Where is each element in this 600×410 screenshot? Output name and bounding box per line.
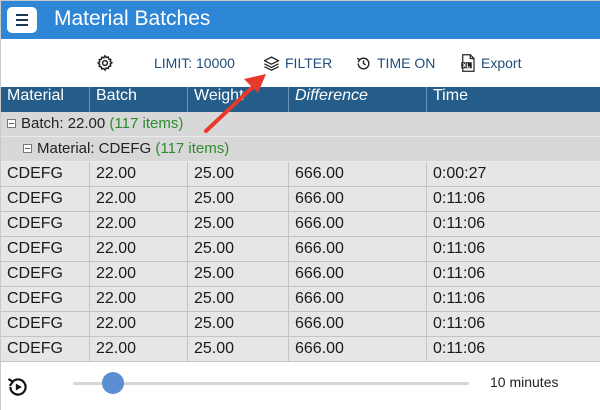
cell-difference: 666.00	[289, 162, 427, 186]
cell-weight: 25.00	[188, 187, 289, 211]
export-button[interactable]: Export	[460, 53, 521, 73]
table-row[interactable]: CDEFG 22.00 25.00 666.00 0:11:06	[1, 212, 600, 237]
limit-button[interactable]: LIMIT: 10000	[154, 53, 235, 73]
cell-time: 0:11:06	[433, 290, 486, 307]
filter-button[interactable]: FILTER	[263, 53, 332, 73]
group-row-batch[interactable]: Batch: 22.00 (117 items)	[1, 112, 600, 136]
toolbar: LIMIT: 10000 FILTER TIME ON Export	[1, 39, 600, 87]
cell-weight: 25.00	[188, 162, 289, 186]
group-label-material: Material: CDEFG	[37, 140, 152, 157]
table-row[interactable]: CDEFG 22.00 25.00 666.00 0:11:06	[1, 237, 600, 262]
app-window: Material Batches LIMIT: 10000 FILTER TIM…	[0, 0, 600, 410]
gear-icon	[96, 54, 114, 72]
cell-difference: 666.00	[289, 237, 427, 261]
cell-material: CDEFG	[1, 262, 90, 286]
table-row[interactable]: CDEFG 22.00 25.00 666.00 0:00:27	[1, 162, 600, 187]
cell-batch: 22.00	[90, 237, 188, 261]
column-header-time[interactable]: Time	[427, 87, 600, 112]
cell-time: 0:00:27	[433, 165, 487, 182]
table-row[interactable]: CDEFG 22.00 25.00 666.00 0:11:06	[1, 312, 600, 337]
cell-time: 0:11:06	[433, 315, 486, 332]
excel-file-icon	[461, 54, 475, 72]
limit-label: LIMIT: 10000	[154, 55, 235, 71]
cell-time: 0:11:06	[433, 190, 486, 207]
cell-batch: 22.00	[90, 162, 188, 186]
group-count-batch: (117 items)	[109, 115, 184, 132]
hamburger-menu-button[interactable]	[7, 7, 37, 33]
grid-rows: CDEFG 22.00 25.00 666.00 0:00:27 CDEFG 2…	[1, 162, 600, 362]
cell-material: CDEFG	[1, 212, 90, 236]
cell-batch: 22.00	[90, 262, 188, 286]
table-row[interactable]: CDEFG 22.00 25.00 666.00 0:11:06	[1, 287, 600, 312]
settings-button[interactable]	[96, 53, 114, 73]
filter-label: FILTER	[285, 55, 333, 71]
column-header-material[interactable]: Material	[1, 87, 90, 112]
cell-weight: 25.00	[188, 337, 289, 361]
collapse-toggle-icon[interactable]	[7, 118, 16, 128]
history-clock-icon	[356, 57, 370, 69]
cell-weight: 25.00	[188, 287, 289, 311]
menu-line	[16, 19, 28, 21]
cell-material: CDEFG	[1, 237, 90, 261]
menu-line	[16, 24, 28, 26]
export-label: Export	[481, 55, 522, 71]
table-row[interactable]: CDEFG 22.00 25.00 666.00 0:11:06	[1, 262, 600, 287]
cell-difference: 666.00	[289, 312, 427, 336]
column-header-difference[interactable]: Difference	[289, 87, 427, 112]
time-range-slider-track[interactable]	[73, 382, 469, 385]
time-toggle-button[interactable]: TIME ON	[355, 53, 435, 73]
cell-weight: 25.00	[188, 262, 289, 286]
cell-time: 0:11:06	[433, 215, 486, 232]
cell-time: 0:11:06	[433, 340, 486, 357]
column-header-weight[interactable]: Weight	[188, 87, 289, 112]
layers-icon	[263, 55, 280, 71]
column-header-batch[interactable]: Batch	[90, 87, 188, 112]
cell-batch: 22.00	[90, 287, 188, 311]
cell-time: 0:11:06	[433, 240, 486, 257]
cell-batch: 22.00	[90, 187, 188, 211]
footer: 10 minutes	[1, 362, 600, 410]
cell-batch: 22.00	[90, 312, 188, 336]
time-range-slider-thumb[interactable]	[102, 372, 124, 394]
cell-batch: 22.00	[90, 212, 188, 236]
cell-weight: 25.00	[188, 237, 289, 261]
cell-material: CDEFG	[1, 337, 90, 361]
cell-material: CDEFG	[1, 312, 90, 336]
group-row-material[interactable]: Material: CDEFG (117 items)	[1, 137, 600, 161]
title-bar: Material Batches	[1, 1, 600, 39]
cell-time: 0:11:06	[433, 265, 486, 282]
cell-batch: 22.00	[90, 337, 188, 361]
replay-icon[interactable]	[5, 374, 31, 400]
cell-material: CDEFG	[1, 187, 90, 211]
cell-difference: 666.00	[289, 262, 427, 286]
data-grid: Material Batch Weight Difference Time Ba…	[1, 87, 600, 362]
menu-line	[16, 14, 28, 16]
cell-difference: 666.00	[289, 337, 427, 361]
cell-material: CDEFG	[1, 162, 90, 186]
cell-weight: 25.00	[188, 212, 289, 236]
table-row[interactable]: CDEFG 22.00 25.00 666.00 0:11:06	[1, 337, 600, 362]
cell-difference: 666.00	[289, 287, 427, 311]
slider-value-label: 10 minutes	[490, 374, 559, 390]
table-row[interactable]: CDEFG 22.00 25.00 666.00 0:11:06	[1, 187, 600, 212]
grid-header: Material Batch Weight Difference Time	[1, 87, 600, 112]
cell-difference: 666.00	[289, 212, 427, 236]
group-count-material: (117 items)	[155, 140, 230, 157]
cell-material: CDEFG	[1, 287, 90, 311]
time-label: TIME ON	[377, 55, 436, 71]
page-title: Material Batches	[54, 7, 211, 30]
group-label-batch: Batch: 22.00	[21, 115, 106, 132]
cell-weight: 25.00	[188, 312, 289, 336]
cell-difference: 666.00	[289, 187, 427, 211]
collapse-toggle-icon[interactable]	[23, 143, 32, 153]
